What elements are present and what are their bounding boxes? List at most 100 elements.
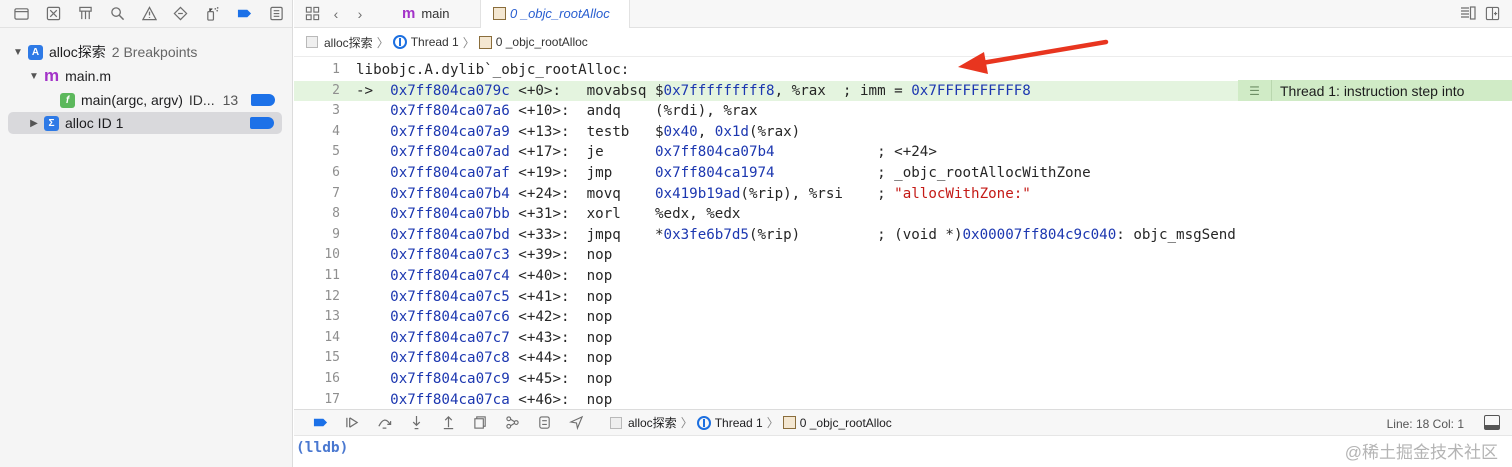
code-line[interactable]: 14 0x7ff804ca07c7 <+43>: nop xyxy=(294,328,1512,349)
breakpoint-icon[interactable] xyxy=(228,3,260,25)
memory-graph-icon[interactable] xyxy=(496,412,528,434)
line-number: 1 xyxy=(332,62,340,77)
line-number: 16 xyxy=(324,371,340,386)
red-arrow-annotation xyxy=(958,39,1109,74)
code-line[interactable]: 6 0x7ff804ca07af <+19>: jmp 0x7ff804ca19… xyxy=(294,163,1512,184)
location-icon[interactable] xyxy=(560,412,592,434)
tab-label: main xyxy=(421,6,450,21)
folder-icon[interactable] xyxy=(6,3,38,25)
tree-item-label: main.m xyxy=(65,68,112,84)
chevron-down-icon[interactable]: ▼ xyxy=(28,71,40,82)
code-line[interactable]: 15 0x7ff804ca07c8 <+44>: nop xyxy=(294,348,1512,369)
debug-jumpbar-thread[interactable]: Thread 1 xyxy=(715,416,763,430)
instruction-text: 0x7ff804ca07c3 <+39>: nop xyxy=(390,247,655,264)
navigator-toolbar xyxy=(0,0,292,28)
instruction-text: 0x7ff804ca07b4 <+24>: movq 0x419b19ad(%r… xyxy=(390,185,1031,202)
code-line[interactable]: 9 0x7ff804ca07bd <+33>: jmpq *0x3fe6b7d5… xyxy=(294,225,1512,246)
xcode-project-icon: A xyxy=(28,44,43,60)
line-number: 8 xyxy=(332,206,340,222)
disassembly-view[interactable]: 1 libobjc.A.dylib`_objc_rootAlloc: 2 -> 0x7… xyxy=(294,58,1512,409)
line-number: 9 xyxy=(332,226,340,242)
stack-frame-icon xyxy=(478,35,492,49)
chevron-right-icon[interactable]: ▶ xyxy=(28,118,40,129)
code-line[interactable]: 3 0x7ff804ca07a6 <+10>: andq (%rdi), %ra… xyxy=(294,101,1512,122)
tree-item-file[interactable]: ▼ m main.m xyxy=(0,65,293,87)
tab-main[interactable]: m main xyxy=(390,0,480,28)
instruction-text: 0x7ff804ca07c6 <+42>: nop xyxy=(390,309,655,326)
jumpbar-frame[interactable]: 0 _objc_rootAlloc xyxy=(496,35,588,49)
cursor-position-status: Line: 18 Col: 1 xyxy=(1386,417,1464,431)
report-list-icon[interactable] xyxy=(260,3,292,25)
breakpoints-toggle-icon[interactable] xyxy=(304,412,336,434)
close-box-icon[interactable] xyxy=(38,3,70,25)
code-line[interactable]: 10 0x7ff804ca07c3 <+39>: nop xyxy=(294,245,1512,266)
hierarchy-icon[interactable] xyxy=(70,3,102,25)
tree-item-breakpoint[interactable]: f main(argc, argv) ID... 13 xyxy=(0,89,293,111)
tree-item-detail: ID... xyxy=(188,92,215,108)
test-diamond-icon[interactable] xyxy=(165,3,197,25)
warning-icon[interactable] xyxy=(133,3,165,25)
editor-tab-bar: ‹ › m main 0 _objc_rootAlloc xyxy=(294,0,1512,28)
environment-icon[interactable] xyxy=(528,412,560,434)
breakpoint-badge[interactable] xyxy=(251,94,275,106)
instruction-text: 0x7ff804ca07c5 <+41>: nop xyxy=(390,288,655,305)
debug-spray-icon[interactable] xyxy=(197,3,229,25)
step-out-icon[interactable] xyxy=(432,412,464,434)
symbolic-breakpoint-icon: Σ xyxy=(44,115,59,131)
instruction-step-annotation: ☰ Thread 1: instruction step into xyxy=(1238,80,1512,101)
code-line[interactable]: 11 0x7ff804ca07c4 <+40>: nop xyxy=(294,266,1512,287)
grid-icon[interactable] xyxy=(300,3,324,25)
debug-bar: alloc探索 〉 Thread 1 〉 0 _objc_rootAlloc L… xyxy=(294,409,1512,436)
editor-options-icon[interactable] xyxy=(1456,3,1480,25)
lldb-console[interactable]: (lldb) @稀土掘金技术社区 xyxy=(294,436,1512,467)
thread-icon xyxy=(392,35,407,49)
step-over-icon[interactable] xyxy=(368,412,400,434)
code-line[interactable]: 16 0x7ff804ca07c9 <+45>: nop xyxy=(294,369,1512,390)
line-number: 2 xyxy=(332,82,340,98)
code-line[interactable]: 7 0x7ff804ca07b4 <+24>: movq 0x419b19ad(… xyxy=(294,184,1512,205)
continue-icon[interactable] xyxy=(336,412,368,434)
tab-disassembly[interactable]: 0 _objc_rootAlloc xyxy=(480,0,630,28)
instruction-text: 0x7ff804ca07c7 <+43>: nop xyxy=(390,329,655,346)
code-line[interactable]: 1 libobjc.A.dylib`_objc_rootAlloc: xyxy=(294,60,1512,81)
forward-chevron-icon[interactable]: › xyxy=(348,3,372,25)
annotation-text: Thread 1: instruction step into xyxy=(1280,82,1465,99)
code-line[interactable]: 5 0x7ff804ca07ad <+17>: je 0x7ff804ca07b… xyxy=(294,142,1512,163)
code-line[interactable]: 4 0x7ff804ca07a9 <+13>: testb $0x40, 0x1… xyxy=(294,122,1512,143)
instruction-text: 0x7ff804ca07bd <+33>: jmpq *0x3fe6b7d5(%… xyxy=(390,226,1236,243)
tree-item-label: alloc ID 1 xyxy=(65,115,124,131)
line-number: 6 xyxy=(332,165,340,180)
console-toggle-icon[interactable] xyxy=(1484,415,1500,430)
tab-label: 0 _objc_rootAlloc xyxy=(510,6,610,21)
search-icon[interactable] xyxy=(101,3,133,25)
view-hierarchy-icon[interactable] xyxy=(464,412,496,434)
project-icon xyxy=(610,416,622,429)
code-line[interactable]: 17 0x7ff804ca07ca <+46>: nop xyxy=(294,390,1512,411)
step-into-icon[interactable] xyxy=(400,412,432,434)
chevron-down-icon[interactable]: ▼ xyxy=(12,47,24,58)
instruction-text: 0x7ff804ca07c9 <+45>: nop xyxy=(390,371,655,387)
line-number: 15 xyxy=(324,350,340,366)
code-line[interactable]: 12 0x7ff804ca07c5 <+41>: nop xyxy=(294,287,1512,308)
breakpoint-badge[interactable] xyxy=(250,117,274,129)
instruction-text: 0x7ff804ca07af <+19>: jmp 0x7ff804ca1974… xyxy=(390,165,1091,181)
instruction-text: 0x7ff804ca07a6 <+10>: andq (%rdi), %rax xyxy=(390,103,878,120)
jumpbar-thread[interactable]: Thread 1 xyxy=(411,35,459,49)
code-line[interactable]: 13 0x7ff804ca07c6 <+42>: nop xyxy=(294,307,1512,328)
debug-jumpbar-frame[interactable]: 0 _objc_rootAlloc xyxy=(800,416,892,430)
instruction-text: 0x7ff804ca07ad <+17>: je 0x7ff804ca07b4 … xyxy=(390,144,937,161)
jumpbar-project[interactable]: alloc探索 xyxy=(324,34,373,51)
tree-item-symbolic-breakpoint[interactable]: ▶ Σ alloc ID 1 xyxy=(8,112,282,134)
add-editor-icon[interactable] xyxy=(1480,3,1504,25)
thread-icon xyxy=(696,415,711,430)
tree-item-project[interactable]: ▼ A alloc探索 2 Breakpoints xyxy=(0,41,293,63)
watermark: @稀土掘金技术社区 xyxy=(1344,443,1498,462)
back-chevron-icon[interactable]: ‹ xyxy=(324,3,348,25)
instruction-text: 0x7ff804ca07c4 <+40>: nop xyxy=(390,268,655,284)
instruction-text: 0x7ff804ca07c8 <+44>: nop xyxy=(390,350,655,367)
editor-area: ‹ › m main 0 _objc_rootAlloc alloc探索 〉 T… xyxy=(294,0,1512,467)
code-line[interactable]: 8 0x7ff804ca07bb <+31>: xorl %edx, %edx xyxy=(294,204,1512,225)
editor-jump-bar: alloc探索 〉 Thread 1 〉 0 _objc_rootAlloc xyxy=(294,28,1512,57)
instruction-text: libobjc.A.dylib`_objc_rootAlloc: xyxy=(356,62,630,78)
debug-jumpbar-project[interactable]: alloc探索 xyxy=(628,414,677,431)
